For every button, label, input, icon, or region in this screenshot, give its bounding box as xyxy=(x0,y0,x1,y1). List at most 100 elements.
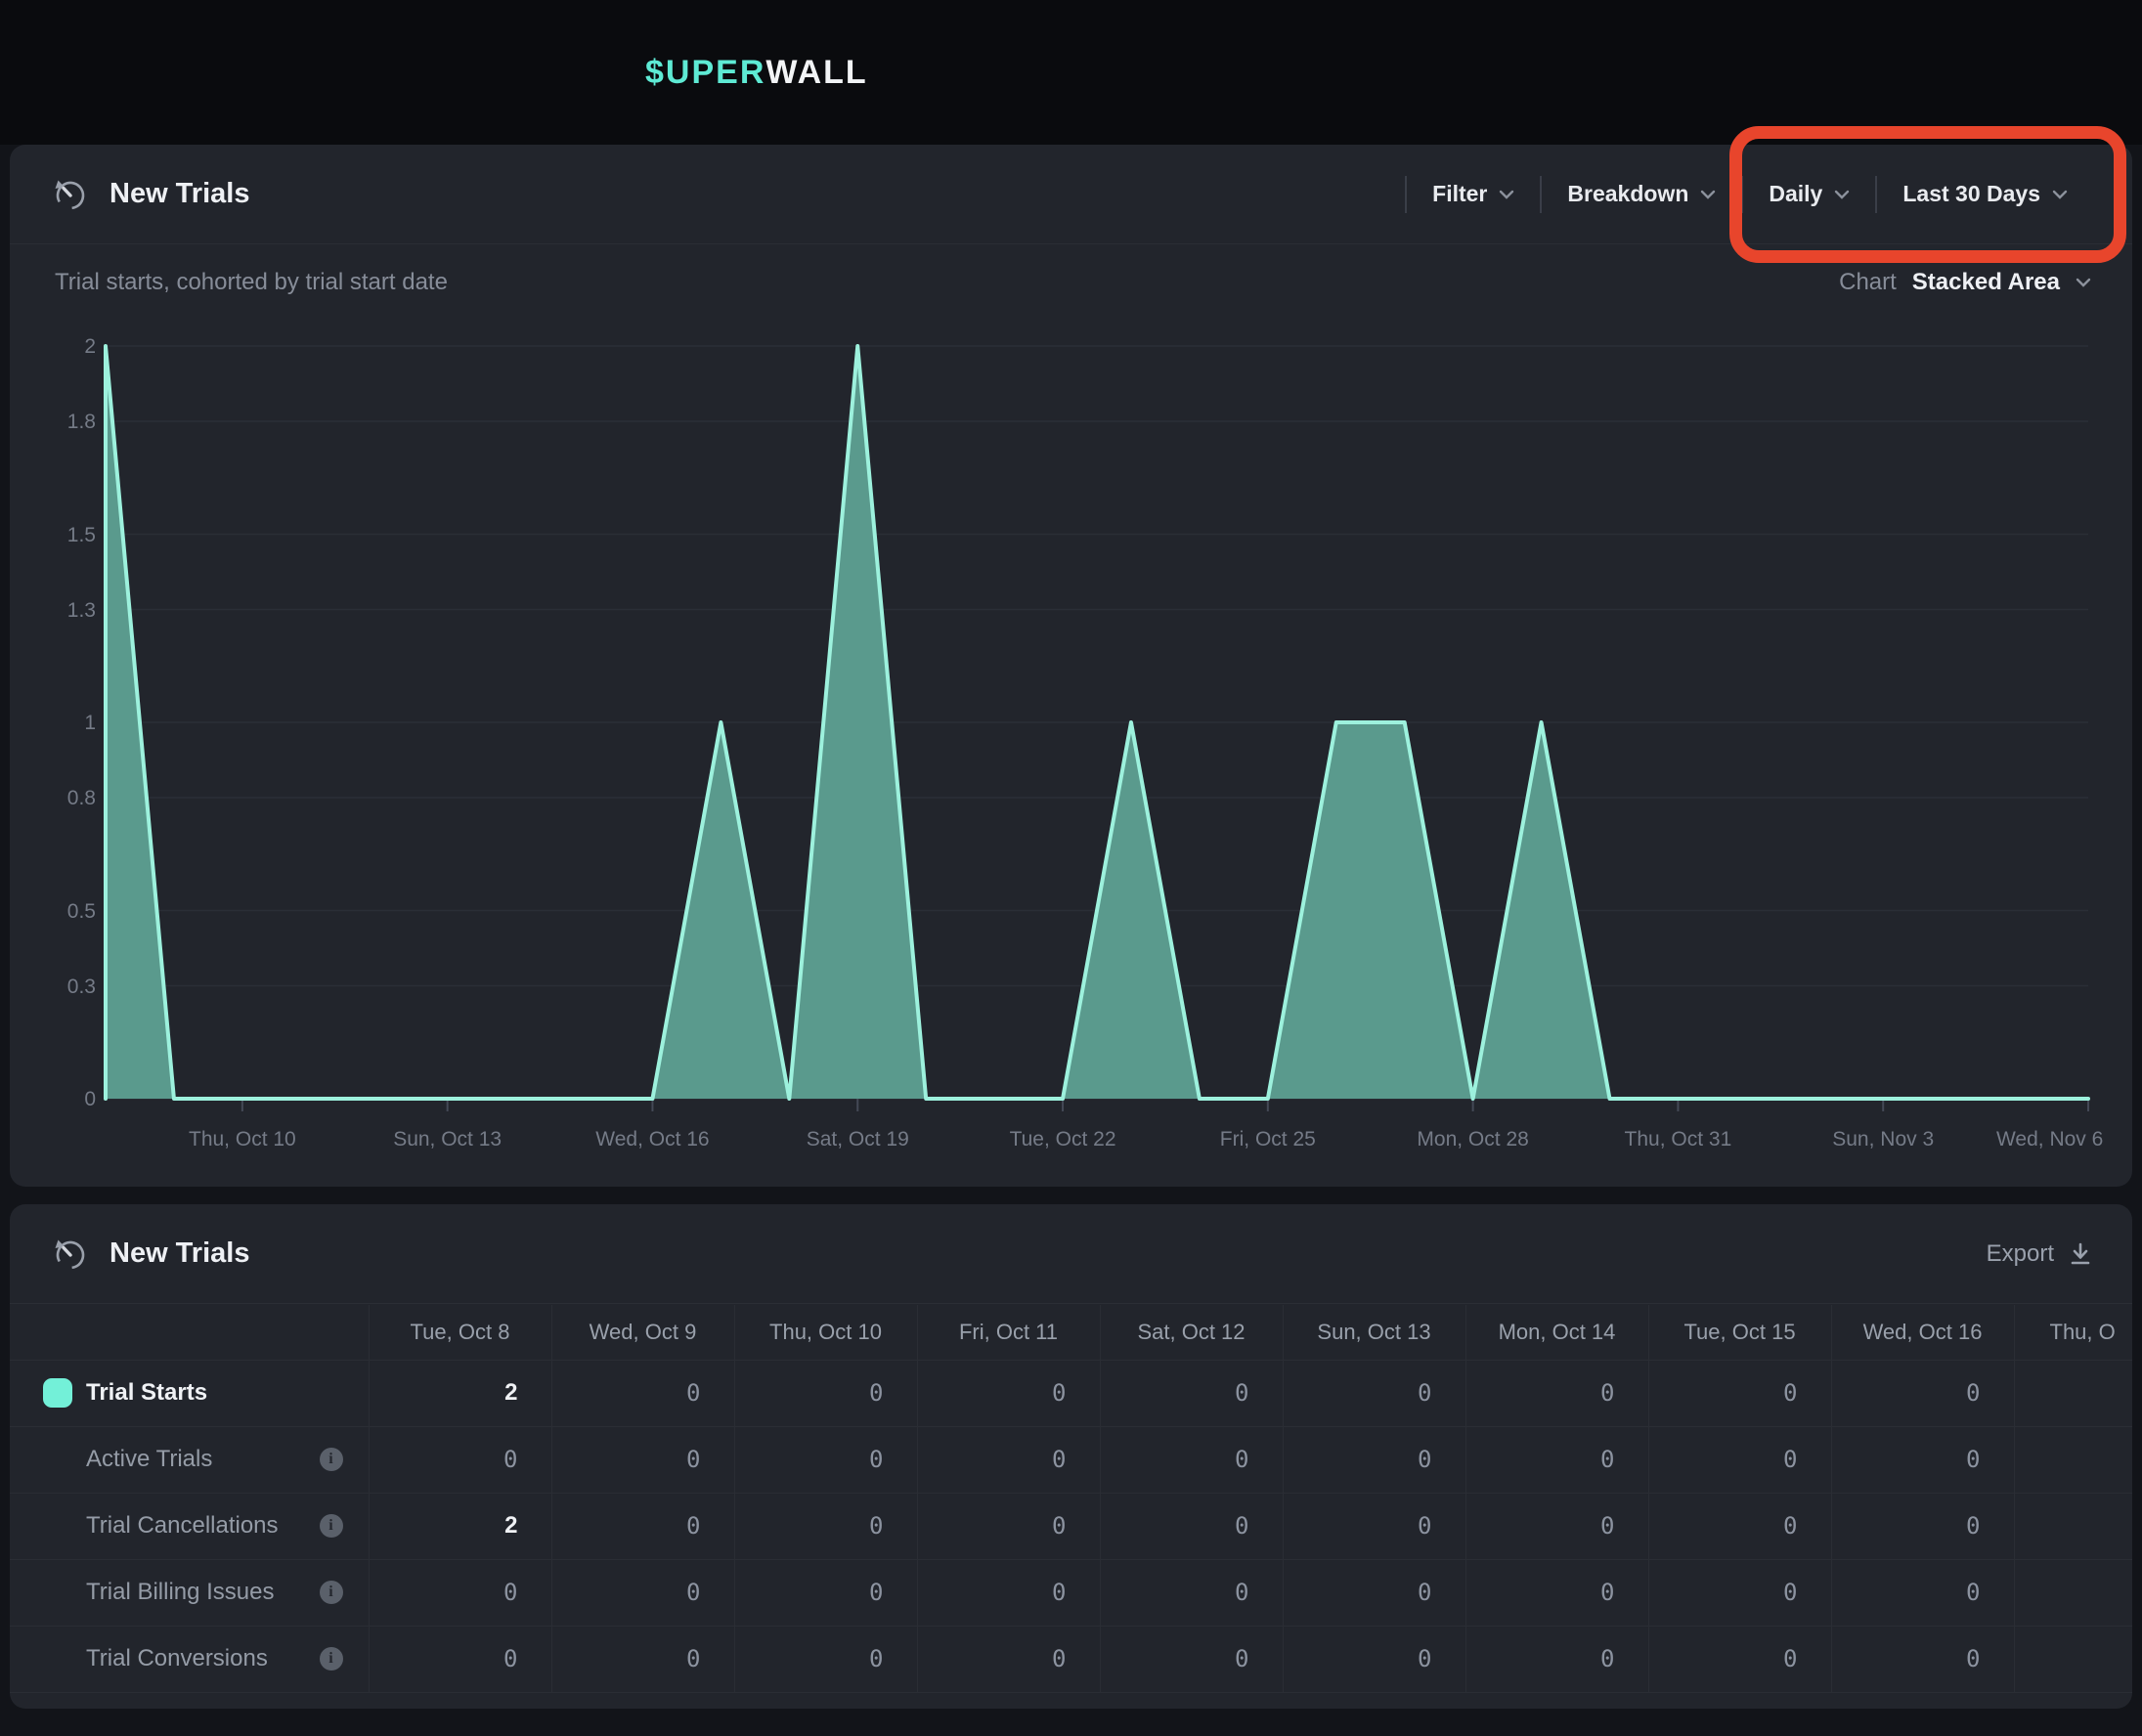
x-tick-label: Wed, Nov 6 xyxy=(1996,1128,2103,1151)
info-icon[interactable]: i xyxy=(320,1647,343,1671)
x-tick-label: Sun, Oct 13 xyxy=(393,1128,502,1151)
value-cell: 0 xyxy=(1100,1559,1283,1626)
value-cell xyxy=(2014,1493,2132,1559)
value-cell: 0 xyxy=(1831,1626,2014,1692)
date-column-header: Sat, Oct 12 xyxy=(1100,1305,1283,1360)
value-cell: 0 xyxy=(734,1559,917,1626)
metric-label: Trial Starts xyxy=(86,1379,207,1406)
x-tick-label: Thu, Oct 10 xyxy=(189,1128,296,1151)
date-column-header: Wed, Oct 16 xyxy=(1831,1305,2014,1360)
value-cell: 0 xyxy=(1465,1559,1648,1626)
y-tick-label: 1.8 xyxy=(10,411,96,434)
value-cell: 0 xyxy=(551,1426,734,1493)
value-cell: 0 xyxy=(1831,1426,2014,1493)
new-trials-chart-card: New Trials Filter Breakdown Daily xyxy=(10,145,2132,1187)
y-tick-label: 2 xyxy=(10,335,96,359)
value-cell: 0 xyxy=(1831,1360,2014,1426)
superwall-logo[interactable]: $UPERWALL xyxy=(645,0,868,145)
date-column-header: Thu, Oct 10 xyxy=(734,1305,917,1360)
table-card-title: New Trials xyxy=(109,1237,249,1270)
value-cell: 0 xyxy=(1465,1360,1648,1426)
metric-label: Trial Conversions xyxy=(86,1645,268,1671)
y-tick-label: 0.5 xyxy=(10,900,96,924)
value-cell: 0 xyxy=(551,1559,734,1626)
x-tick-label: Sat, Oct 19 xyxy=(807,1128,909,1151)
value-cell: 0 xyxy=(1100,1360,1283,1426)
date-column-header: Tue, Oct 8 xyxy=(369,1305,551,1360)
value-cell: 0 xyxy=(1283,1559,1465,1626)
date-column-header: Wed, Oct 9 xyxy=(551,1305,734,1360)
metrics-table-wrap: Tue, Oct 8Wed, Oct 9Thu, Oct 10Fri, Oct … xyxy=(10,1305,2132,1693)
table-card-header: New Trials Export xyxy=(10,1204,2132,1304)
value-cell: 0 xyxy=(1648,1493,1831,1559)
x-tick-label: Wed, Oct 16 xyxy=(595,1128,709,1151)
value-cell: 0 xyxy=(1648,1626,1831,1692)
metric-label: Trial Cancellations xyxy=(86,1512,279,1539)
value-cell: 0 xyxy=(1648,1559,1831,1626)
date-column-header: Mon, Oct 14 xyxy=(1465,1305,1648,1360)
x-tick-label: Fri, Oct 25 xyxy=(1220,1128,1316,1151)
value-cell: 0 xyxy=(1283,1493,1465,1559)
value-cell: 0 xyxy=(917,1493,1100,1559)
value-cell: 0 xyxy=(1100,1626,1283,1692)
table-row: Trial Starts200000000 xyxy=(10,1360,2132,1426)
x-tick-label: Thu, Oct 31 xyxy=(1625,1128,1732,1151)
value-cell: 0 xyxy=(551,1360,734,1426)
value-cell: 0 xyxy=(1465,1626,1648,1692)
info-icon[interactable]: i xyxy=(320,1581,343,1604)
x-tick-label: Tue, Oct 22 xyxy=(1010,1128,1116,1151)
info-icon[interactable]: i xyxy=(320,1514,343,1538)
metric-label-cell: Trial Cancellations i xyxy=(10,1493,369,1559)
value-cell: 0 xyxy=(369,1426,551,1493)
value-cell: 0 xyxy=(734,1626,917,1692)
value-cell: 0 xyxy=(1465,1493,1648,1559)
export-button-label: Export xyxy=(1987,1240,2054,1268)
value-cell: 0 xyxy=(369,1626,551,1692)
x-tick-label: Mon, Oct 28 xyxy=(1417,1128,1528,1151)
value-cell xyxy=(2014,1626,2132,1692)
y-tick-label: 0 xyxy=(10,1088,96,1111)
value-cell: 0 xyxy=(1283,1426,1465,1493)
value-cell: 0 xyxy=(551,1626,734,1692)
value-cell: 2 xyxy=(369,1360,551,1426)
date-column-header: Sun, Oct 13 xyxy=(1283,1305,1465,1360)
value-cell: 0 xyxy=(734,1426,917,1493)
series-color-swatch xyxy=(43,1378,72,1408)
value-cell xyxy=(2014,1559,2132,1626)
metric-column-header xyxy=(10,1305,369,1360)
value-cell: 0 xyxy=(1283,1626,1465,1692)
export-button[interactable]: Export xyxy=(1987,1240,2093,1268)
value-cell: 0 xyxy=(1465,1426,1648,1493)
value-cell: 0 xyxy=(917,1559,1100,1626)
stacked-area-chart xyxy=(10,145,2132,1187)
logo-suffix: WALL xyxy=(765,54,867,92)
metric-label: Active Trials xyxy=(86,1446,212,1472)
table-row: Trial Billing Issuesi000000000 xyxy=(10,1559,2132,1626)
value-cell: 2 xyxy=(369,1493,551,1559)
logo-prefix: $UPER xyxy=(645,54,765,92)
table-row: Trial Cancellationsi200000000 xyxy=(10,1493,2132,1559)
x-tick-label: Sun, Nov 3 xyxy=(1832,1128,1934,1151)
value-cell: 0 xyxy=(734,1493,917,1559)
value-cell: 0 xyxy=(917,1426,1100,1493)
info-icon[interactable]: i xyxy=(320,1448,343,1471)
table-header-row: Tue, Oct 8Wed, Oct 9Thu, Oct 10Fri, Oct … xyxy=(10,1305,2132,1360)
value-cell: 0 xyxy=(369,1559,551,1626)
metric-label-cell: Trial Starts xyxy=(10,1360,369,1426)
value-cell: 0 xyxy=(1831,1559,2014,1626)
y-tick-label: 1.5 xyxy=(10,524,96,547)
date-column-header: Thu, O xyxy=(2014,1305,2132,1360)
y-tick-label: 1 xyxy=(10,712,96,735)
y-tick-label: 0.8 xyxy=(10,787,96,810)
date-column-header: Tue, Oct 15 xyxy=(1648,1305,1831,1360)
timer-icon xyxy=(53,1237,88,1272)
value-cell: 0 xyxy=(917,1360,1100,1426)
value-cell xyxy=(2014,1426,2132,1493)
value-cell: 0 xyxy=(1100,1493,1283,1559)
metric-label-cell: Active Trials i xyxy=(10,1426,369,1493)
table-row: Active Trialsi000000000 xyxy=(10,1426,2132,1493)
value-cell: 0 xyxy=(551,1493,734,1559)
y-tick-label: 0.3 xyxy=(10,976,96,999)
value-cell: 0 xyxy=(1648,1426,1831,1493)
value-cell: 0 xyxy=(734,1360,917,1426)
